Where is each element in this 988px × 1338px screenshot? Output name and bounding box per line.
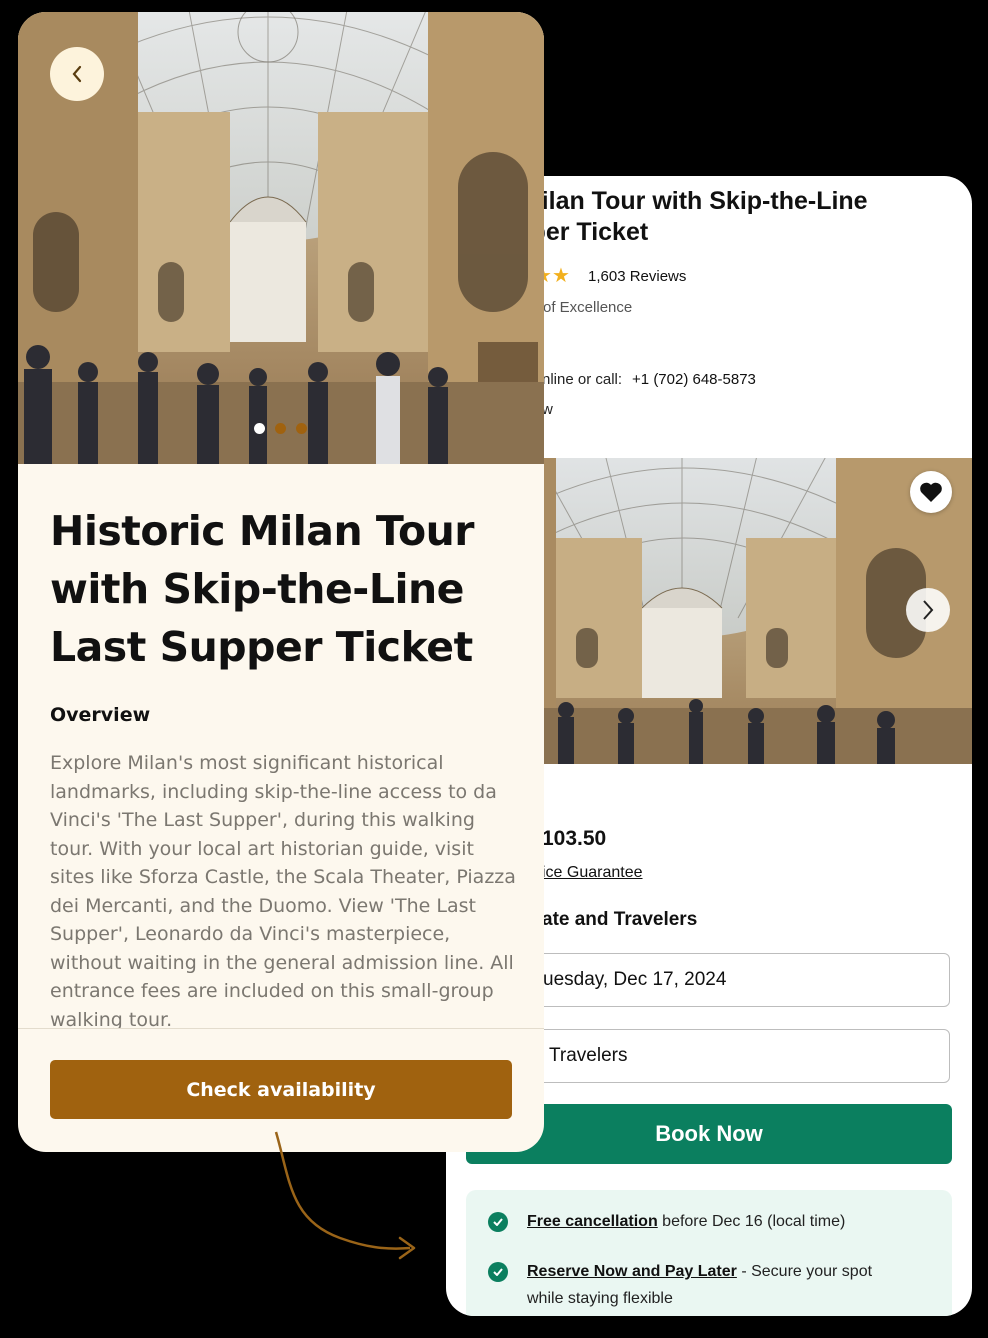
free-cancellation-link[interactable]: Free cancellation — [527, 1213, 658, 1230]
favorite-button[interactable] — [910, 471, 952, 513]
excellence-badge: of Excellence — [543, 299, 633, 316]
book-by-phone: nline or call: +1 (702) 648-5873 — [542, 371, 756, 388]
carousel-dot[interactable] — [254, 423, 265, 434]
check-availability-button[interactable]: Check availability — [50, 1060, 512, 1119]
price-guarantee-link[interactable]: ice Guarantee — [542, 864, 643, 882]
heart-icon — [920, 482, 942, 502]
overview-description: Explore Milan's most significant histori… — [50, 752, 516, 1028]
carousel-dot[interactable] — [296, 423, 307, 434]
check-circle-icon — [488, 1262, 508, 1282]
check-circle-icon — [488, 1212, 508, 1232]
carousel-dots — [252, 422, 312, 436]
overview-heading: Overview — [50, 704, 151, 726]
chevron-left-icon — [72, 65, 82, 83]
review-count[interactable]: 1,603 Reviews — [588, 268, 686, 285]
curved-arrow-icon — [274, 1131, 416, 1260]
travelers-value: Travelers — [549, 1045, 628, 1066]
book-line-label: nline or call: — [542, 371, 623, 388]
date-value: uesday, Dec 17, 2024 — [543, 969, 727, 990]
carousel-dot[interactable] — [275, 423, 286, 434]
perk-text: before Dec 16 (local time) — [657, 1213, 846, 1230]
select-date-travelers-heading: ate and Travelers — [542, 909, 698, 930]
perk-reserve-now: Reserve Now and Pay Later - Secure your … — [488, 1258, 908, 1312]
rating-stars: ★ ★ — [534, 263, 580, 287]
tour-title: c Milan Tour with Skip-the-Line upper Ti… — [500, 187, 868, 246]
divider — [18, 1028, 544, 1029]
star-half-icon: ★ — [552, 263, 570, 287]
next-photo-button[interactable] — [906, 588, 950, 632]
tour-title: Historic Milan Tour with Skip-the-Line L… — [50, 507, 475, 671]
chevron-right-icon — [923, 600, 934, 620]
perk-free-cancellation: Free cancellation before Dec 16 (local t… — [488, 1208, 908, 1235]
tour-detail-card: Historic Milan Tour with Skip-the-Line L… — [18, 12, 544, 1152]
reserve-now-link[interactable]: Reserve Now and Pay Later — [527, 1263, 737, 1280]
price: 103.50 — [542, 827, 607, 850]
back-button[interactable] — [50, 47, 104, 101]
phone-number[interactable]: +1 (702) 648-5873 — [632, 371, 756, 388]
perks-box: Free cancellation before Dec 16 (local t… — [466, 1190, 952, 1316]
